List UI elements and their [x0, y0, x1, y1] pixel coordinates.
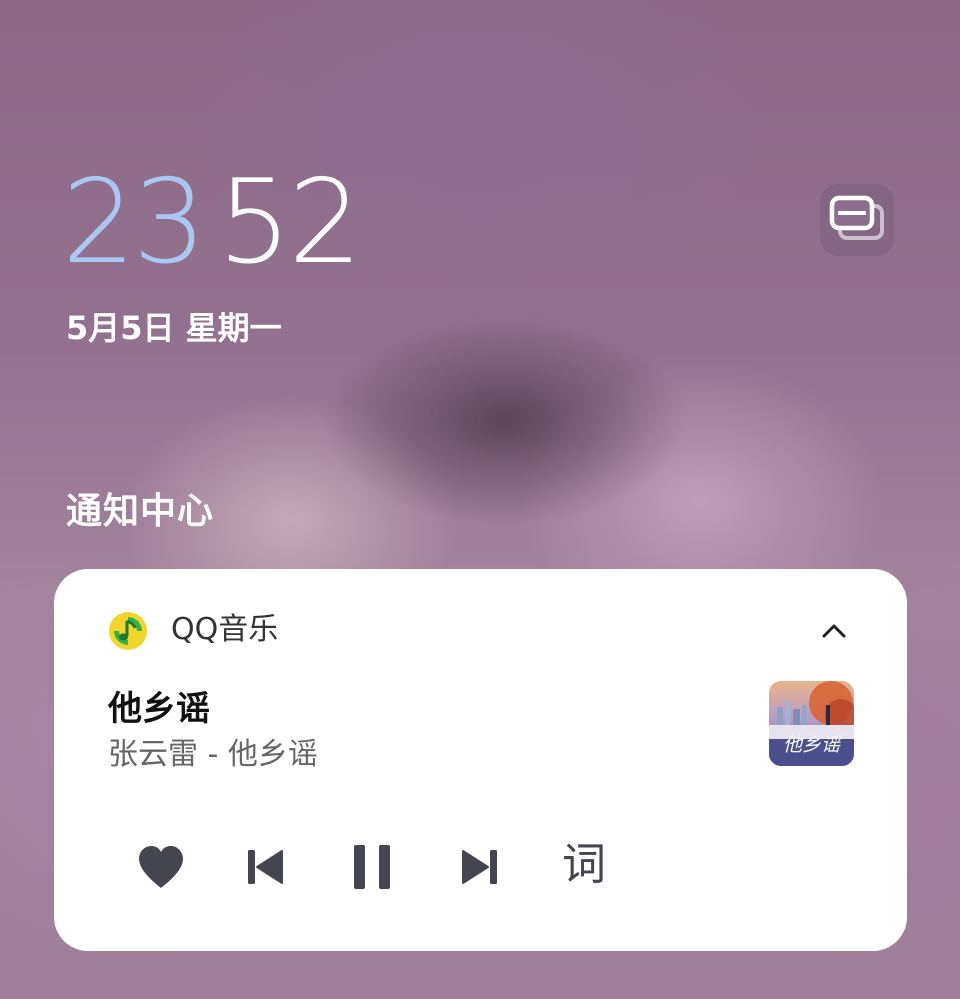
clock-hours: 23 — [62, 155, 207, 290]
clock-minutes: 52 — [217, 155, 363, 290]
notification-center-title: 通知中心 — [66, 491, 215, 532]
notification-style-toggle[interactable] — [820, 184, 894, 256]
lockscreen-date: 5月5日 星期一 — [66, 309, 282, 347]
app-name: QQ音乐 — [171, 612, 279, 647]
lockscreen-clock: 23 52 — [62, 160, 362, 285]
skip-previous-icon[interactable] — [246, 848, 284, 886]
lyrics-button[interactable]: 词 — [562, 837, 606, 893]
skip-next-icon[interactable] — [461, 848, 499, 886]
album-cover: 他乡谣 — [769, 681, 854, 766]
song-title: 他乡谣 — [108, 689, 210, 729]
pause-icon[interactable] — [352, 844, 394, 890]
heart-icon[interactable] — [136, 844, 186, 890]
card-stack-icon — [829, 195, 884, 240]
qq-music-icon — [109, 612, 147, 650]
music-notification-card[interactable]: QQ音乐 他乡谣 张云雷 - 他乡谣 他乡谣 词 — [54, 569, 907, 951]
song-artist-album: 张云雷 - 他乡谣 — [108, 737, 318, 772]
album-cover-text: 他乡谣 — [783, 734, 843, 756]
chevron-up-icon[interactable] — [816, 613, 852, 649]
